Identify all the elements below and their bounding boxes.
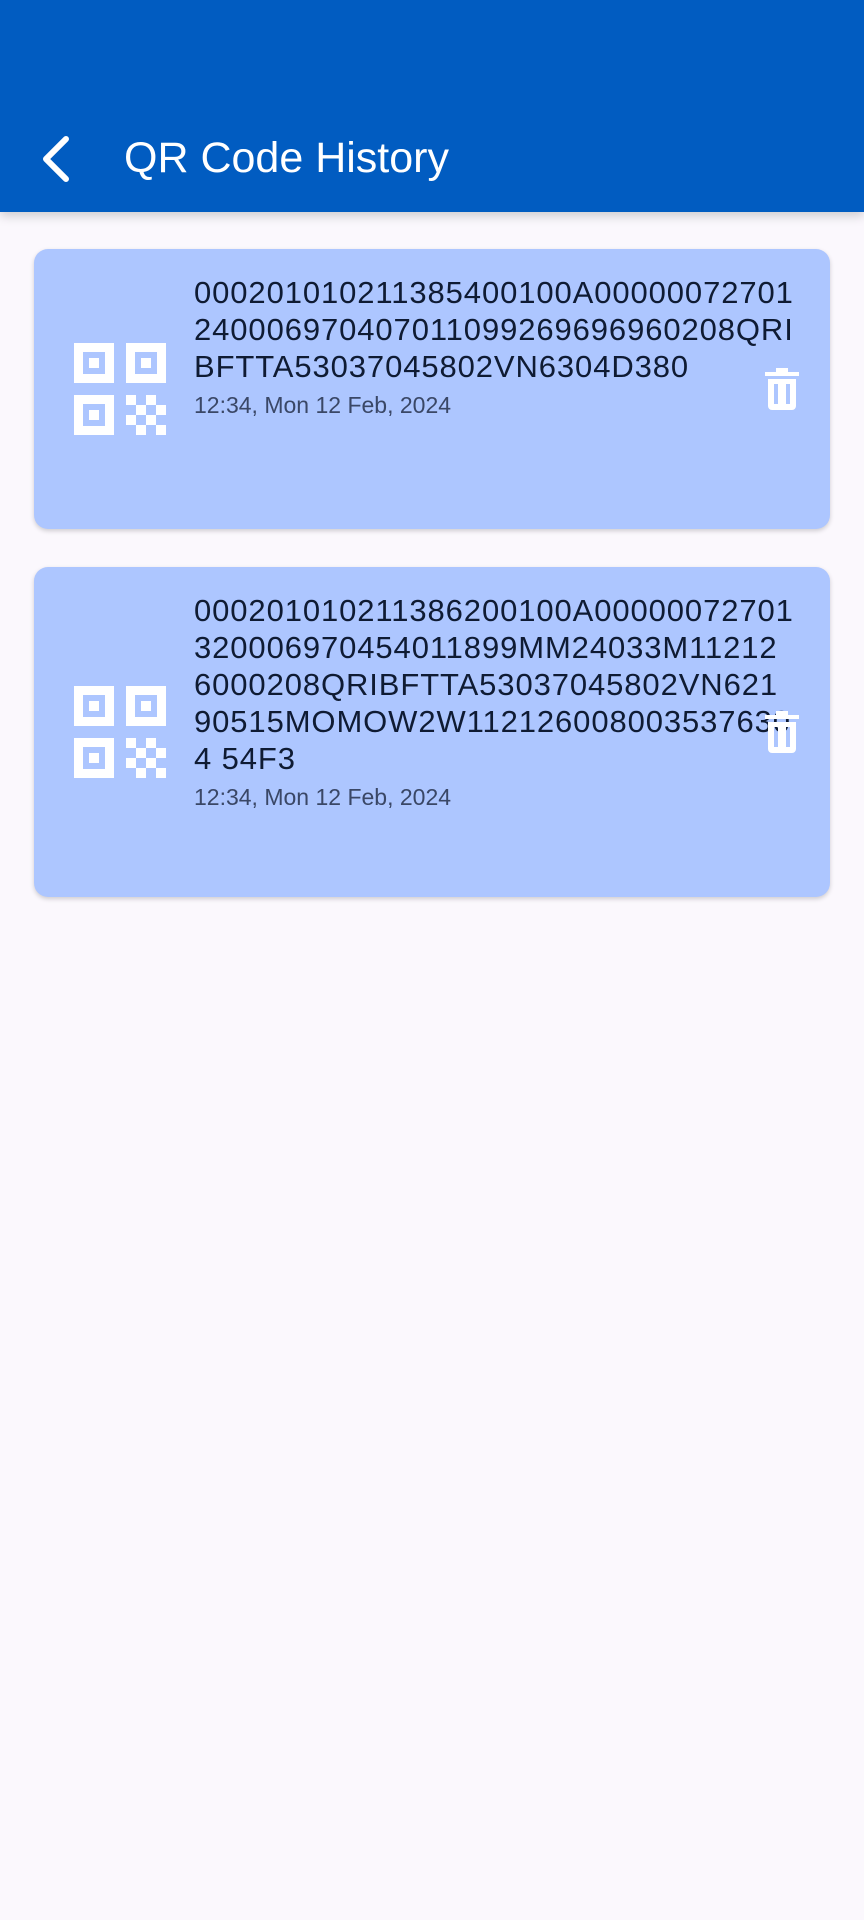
- page-title: QR Code History: [124, 134, 449, 182]
- history-item[interactable]: 000201010211386200100A000000727013200069…: [34, 567, 830, 897]
- app-bar: QR Code History: [0, 0, 864, 212]
- qr-code-text: 000201010211386200100A000000727013200069…: [194, 593, 794, 776]
- scan-timestamp: 12:34, Mon 12 Feb, 2024: [194, 392, 452, 418]
- qr-code-text: 000201010211385400100A000000727012400069…: [194, 275, 794, 384]
- qr-code-icon: [74, 343, 166, 435]
- qr-code-icon: [74, 686, 166, 778]
- history-item[interactable]: 000201010211385400100A000000727012400069…: [34, 249, 830, 529]
- arrow-back-icon: [43, 136, 69, 182]
- delete-button[interactable]: [756, 702, 808, 762]
- history-list: 000201010211385400100A000000727012400069…: [34, 249, 830, 935]
- trash-icon: [765, 368, 799, 410]
- history-item-content: 000201010211385400100A000000727012400069…: [194, 274, 794, 419]
- trash-icon: [765, 711, 799, 753]
- scan-timestamp: 12:34, Mon 12 Feb, 2024: [194, 784, 452, 810]
- delete-button[interactable]: [756, 359, 808, 419]
- history-item-content: 000201010211386200100A000000727013200069…: [194, 592, 794, 811]
- back-button[interactable]: [26, 122, 86, 196]
